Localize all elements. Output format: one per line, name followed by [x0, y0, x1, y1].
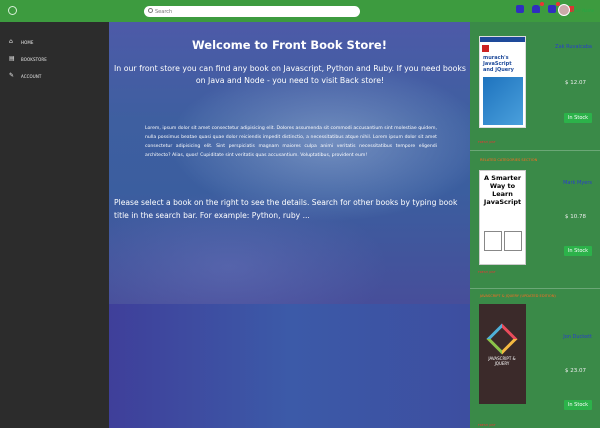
in-stock-button[interactable]: In Stock [564, 400, 592, 410]
book-tag: FRESH JUST [478, 270, 496, 274]
cover-art [486, 323, 518, 355]
home-icon: ⌂ [9, 38, 13, 45]
exit-icon[interactable] [516, 5, 524, 13]
hero-section: Welcome to Front Book Store! In our fron… [109, 22, 470, 304]
book-author[interactable]: Zak Ruvalcaba [555, 44, 592, 50]
cart-icon[interactable] [548, 2, 560, 13]
book-tag: FRESH JUST [478, 423, 496, 427]
book-price: $ 23.07 [565, 368, 586, 374]
page-title: Welcome to Front Book Store! [192, 38, 387, 52]
logo-icon[interactable] [8, 6, 17, 15]
top-bar: User Name [0, 0, 600, 22]
sidebar-item-bookstore[interactable]: ▤ BOOKSTORE [0, 53, 109, 67]
sidebar-item-label: HOME [21, 40, 34, 45]
lorem-paragraph: Lorem, ipsum dolor sit amet consectetur … [145, 126, 437, 158]
in-stock-button[interactable]: In Stock [564, 113, 592, 123]
sidebar-item-label: BOOKSTORE [21, 57, 47, 62]
book-cover[interactable]: murach's JavaScript and jQuery [479, 36, 526, 128]
cover-art [483, 77, 523, 125]
book-cover[interactable]: JAVASCRIPT & JQUERY [479, 304, 526, 404]
sidebar-item-label: ACCOUNT [21, 74, 42, 79]
book-category: JAVASCRIPT & JQUERY (UPDATED EDITION) [480, 294, 556, 298]
lower-section [109, 304, 470, 428]
search-bar[interactable] [144, 6, 360, 17]
search-input[interactable] [155, 6, 355, 17]
sidebar-item-account[interactable]: ✎ ACCOUNT [0, 70, 109, 84]
publisher-logo [482, 45, 489, 52]
sidebar: ⌂ HOME ▤ BOOKSTORE ✎ ACCOUNT [0, 22, 109, 428]
book-icon: ▤ [9, 55, 15, 62]
bell-icon[interactable] [532, 2, 544, 13]
intro-text: In our front store you can find any book… [114, 64, 466, 85]
search-icon [148, 8, 153, 13]
book-cover[interactable]: A Smarter Way to Learn JavaScript [479, 170, 526, 265]
wrench-icon: ✎ [9, 72, 15, 79]
sidebar-item-home[interactable]: ⌂ HOME [0, 36, 109, 50]
cover-band [480, 37, 525, 42]
avatar[interactable] [558, 4, 570, 16]
book-category: RELATED CATEGORIES SECTION [480, 158, 538, 162]
user-name[interactable]: User Name [572, 8, 594, 13]
book-card[interactable]: RELATED CATEGORIES SECTION A Smarter Way… [470, 150, 600, 288]
cover-title: murach's JavaScript and jQuery [483, 55, 514, 73]
book-list-panel: murach's JavaScript and jQuery Zak Ruval… [470, 22, 600, 428]
cover-title: A Smarter Way to Learn JavaScript [483, 174, 522, 206]
book-card[interactable]: JAVASCRIPT & JQUERY (UPDATED EDITION) JA… [470, 288, 600, 428]
cover-title: JAVASCRIPT & JQUERY [488, 356, 516, 366]
book-author[interactable]: Mark Myers [563, 180, 592, 186]
book-tag: FRESH JUST [478, 140, 496, 144]
instructions-text: Please select a book on the right to see… [114, 198, 458, 220]
book-card[interactable]: murach's JavaScript and jQuery Zak Ruval… [470, 22, 600, 150]
in-stock-button[interactable]: In Stock [564, 246, 592, 256]
cover-art [504, 231, 522, 251]
book-price: $ 10.78 [565, 214, 586, 220]
notification-badge [540, 2, 544, 6]
cover-art [484, 231, 502, 251]
book-price: $ 12.07 [565, 80, 586, 86]
book-author[interactable]: Jon Duckett [563, 334, 592, 340]
